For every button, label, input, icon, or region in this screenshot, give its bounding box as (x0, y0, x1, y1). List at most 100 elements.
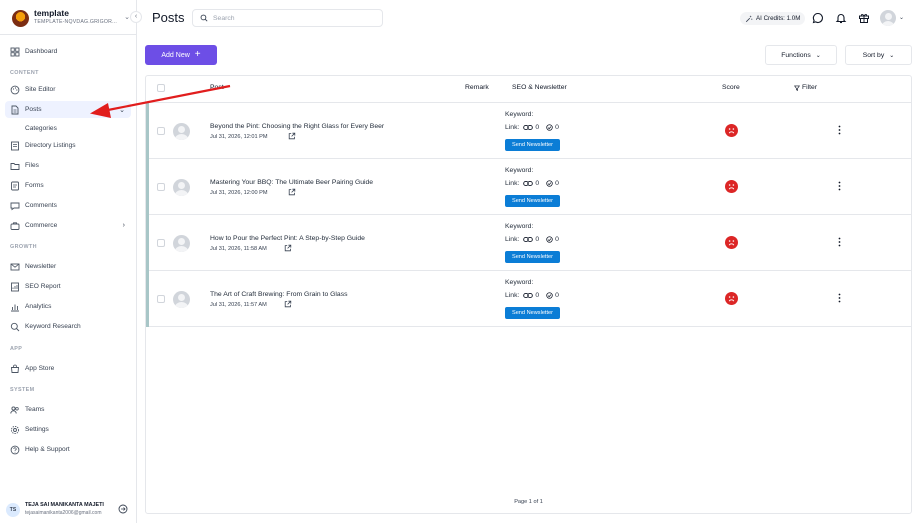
post-title[interactable]: Mastering Your BBQ: The Ultimate Beer Pa… (210, 179, 373, 186)
sidebar-item-files[interactable]: Files (5, 157, 131, 174)
gift-icon[interactable] (858, 12, 870, 24)
sidebar-item-site-editor[interactable]: Site Editor (5, 81, 131, 98)
sidebar-item-dashboard[interactable]: Dashboard (5, 43, 131, 60)
row-checkbox[interactable] (157, 183, 165, 191)
comment-icon (10, 202, 20, 210)
check-count: 0 (555, 124, 559, 131)
functions-button[interactable]: Functions ⌄ (765, 45, 837, 65)
sidebar-item-commerce[interactable]: Commerce › (5, 217, 131, 234)
post-date: Jul 31, 2026, 11:57 AM (210, 302, 267, 308)
link-stats: Link: 0 0 (505, 292, 559, 299)
author-avatar (173, 291, 190, 308)
select-all-checkbox[interactable] (157, 84, 165, 92)
section-heading-growth: GROWTH (10, 244, 37, 250)
table-row[interactable]: Mastering Your BBQ: The Ultimate Beer Pa… (146, 159, 911, 215)
more-options-icon[interactable] (838, 125, 841, 135)
external-link-icon[interactable] (288, 132, 296, 140)
column-header-remark[interactable]: Remark (465, 84, 489, 91)
more-options-icon[interactable] (838, 237, 841, 247)
sidebar-item-analytics[interactable]: Analytics (5, 298, 131, 315)
user-name: TEJA SAI MANIKANTA MAJETI (25, 502, 104, 508)
row-checkbox[interactable] (157, 295, 165, 303)
sidebar-item-label: Dashboard (25, 48, 58, 55)
link-stats: Link: 0 0 (505, 124, 559, 131)
sidebar-item-label: App Store (25, 365, 55, 372)
workspace-switcher[interactable]: template TEMPLATE-NQVDAG.GRIGOR... ⌄ (12, 8, 132, 30)
sidebar-item-keyword-research[interactable]: Keyword Research (5, 318, 131, 335)
workspace-subtitle: TEMPLATE-NQVDAG.GRIGOR... (34, 19, 118, 25)
link-stats: Link: 0 0 (505, 236, 559, 243)
form-icon (11, 181, 19, 190)
add-new-label: Add New (161, 51, 190, 59)
post-title[interactable]: Beyond the Pint: Choosing the Right Glas… (210, 123, 384, 130)
sidebar-item-label: Directory Listings (25, 142, 76, 149)
sidebar-item-newsletter[interactable]: Newsletter (5, 258, 131, 275)
send-newsletter-button[interactable]: Send Newsletter (505, 195, 560, 207)
external-link-icon[interactable] (284, 244, 292, 252)
sidebar-item-directory-listings[interactable]: Directory Listings (5, 137, 131, 154)
sad-face-score-icon (725, 292, 738, 305)
chevron-down-icon[interactable]: ⌄ (899, 14, 904, 21)
folder-icon (10, 162, 20, 170)
link-count: 0 (535, 292, 540, 299)
collapse-sidebar-button[interactable]: ‹ (130, 11, 142, 23)
mail-icon (10, 263, 20, 270)
sad-face-score-icon (725, 180, 738, 193)
filter-button[interactable]: Filter (794, 84, 817, 91)
table-row[interactable]: Beyond the Pint: Choosing the Right Glas… (146, 103, 911, 159)
send-newsletter-button[interactable]: Send Newsletter (505, 307, 560, 319)
column-header-score[interactable]: Score (722, 84, 740, 91)
sidebar-item-categories[interactable]: Categories (25, 125, 57, 132)
logout-icon[interactable] (118, 504, 128, 514)
pagination: Page 1 of 1 (514, 499, 543, 505)
row-status-bar (146, 159, 149, 215)
sidebar-item-label: Help & Support (25, 446, 70, 453)
section-heading-app: APP (10, 346, 23, 352)
sidebar-item-label: Analytics (25, 303, 52, 310)
add-new-button[interactable]: Add New + (145, 45, 217, 65)
more-options-icon[interactable] (838, 293, 841, 303)
search-box[interactable] (192, 9, 383, 27)
more-options-icon[interactable] (838, 181, 841, 191)
filter-label: Filter (802, 84, 818, 91)
row-checkbox[interactable] (157, 239, 165, 247)
post-date: Jul 31, 2026, 11:58 AM (210, 246, 267, 252)
link-icon (523, 180, 534, 187)
bell-icon[interactable] (835, 12, 847, 24)
sidebar-item-teams[interactable]: Teams (5, 401, 131, 418)
post-title[interactable]: How to Pour the Perfect Pint: A Step-by-… (210, 235, 365, 242)
send-newsletter-button[interactable]: Send Newsletter (505, 139, 560, 151)
send-newsletter-button[interactable]: Send Newsletter (505, 251, 560, 263)
sidebar: template TEMPLATE-NQVDAG.GRIGOR... ⌄ Das… (0, 0, 137, 523)
sidebar-item-app-store[interactable]: App Store (5, 360, 131, 377)
sidebar-item-help-support[interactable]: Help & Support (5, 441, 131, 458)
search-input[interactable] (213, 12, 373, 24)
sidebar-item-settings[interactable]: Settings (5, 421, 131, 438)
column-header-seo[interactable]: SEO & Newsletter (512, 84, 567, 91)
chat-icon[interactable] (812, 12, 824, 24)
post-title[interactable]: The Art of Craft Brewing: From Grain to … (210, 291, 348, 298)
filter-icon (794, 85, 800, 91)
palette-icon (10, 85, 20, 94)
sidebar-item-label: Newsletter (25, 263, 57, 270)
sidebar-item-comments[interactable]: Comments (5, 197, 131, 214)
external-link-icon[interactable] (288, 188, 296, 196)
table-row[interactable]: The Art of Craft Brewing: From Grain to … (146, 271, 911, 327)
author-avatar (173, 179, 190, 196)
chevron-down-icon: ⌄ (119, 106, 125, 114)
check-circle-icon (546, 292, 553, 299)
sidebar-item-forms[interactable]: Forms (5, 177, 131, 194)
ai-credits-badge[interactable]: AI Credits: 1.0M (740, 12, 806, 25)
sidebar-item-seo-report[interactable]: SEO Report (5, 278, 131, 295)
row-checkbox[interactable] (157, 127, 165, 135)
table-row[interactable]: How to Pour the Perfect Pint: A Step-by-… (146, 215, 911, 271)
sort-by-button[interactable]: Sort by ⌄ (845, 45, 912, 65)
check-count: 0 (555, 236, 559, 243)
post-date: Jul 31, 2026, 12:00 PM (210, 190, 268, 196)
sidebar-item-posts[interactable]: Posts ⌄ (5, 101, 131, 118)
account-avatar[interactable] (880, 10, 896, 26)
column-header-post[interactable]: Post (210, 84, 224, 91)
search-icon (200, 14, 208, 22)
external-link-icon[interactable] (284, 300, 292, 308)
user-profile[interactable]: TS TEJA SAI MANIKANTA MAJETI tejasaimani… (6, 500, 131, 520)
